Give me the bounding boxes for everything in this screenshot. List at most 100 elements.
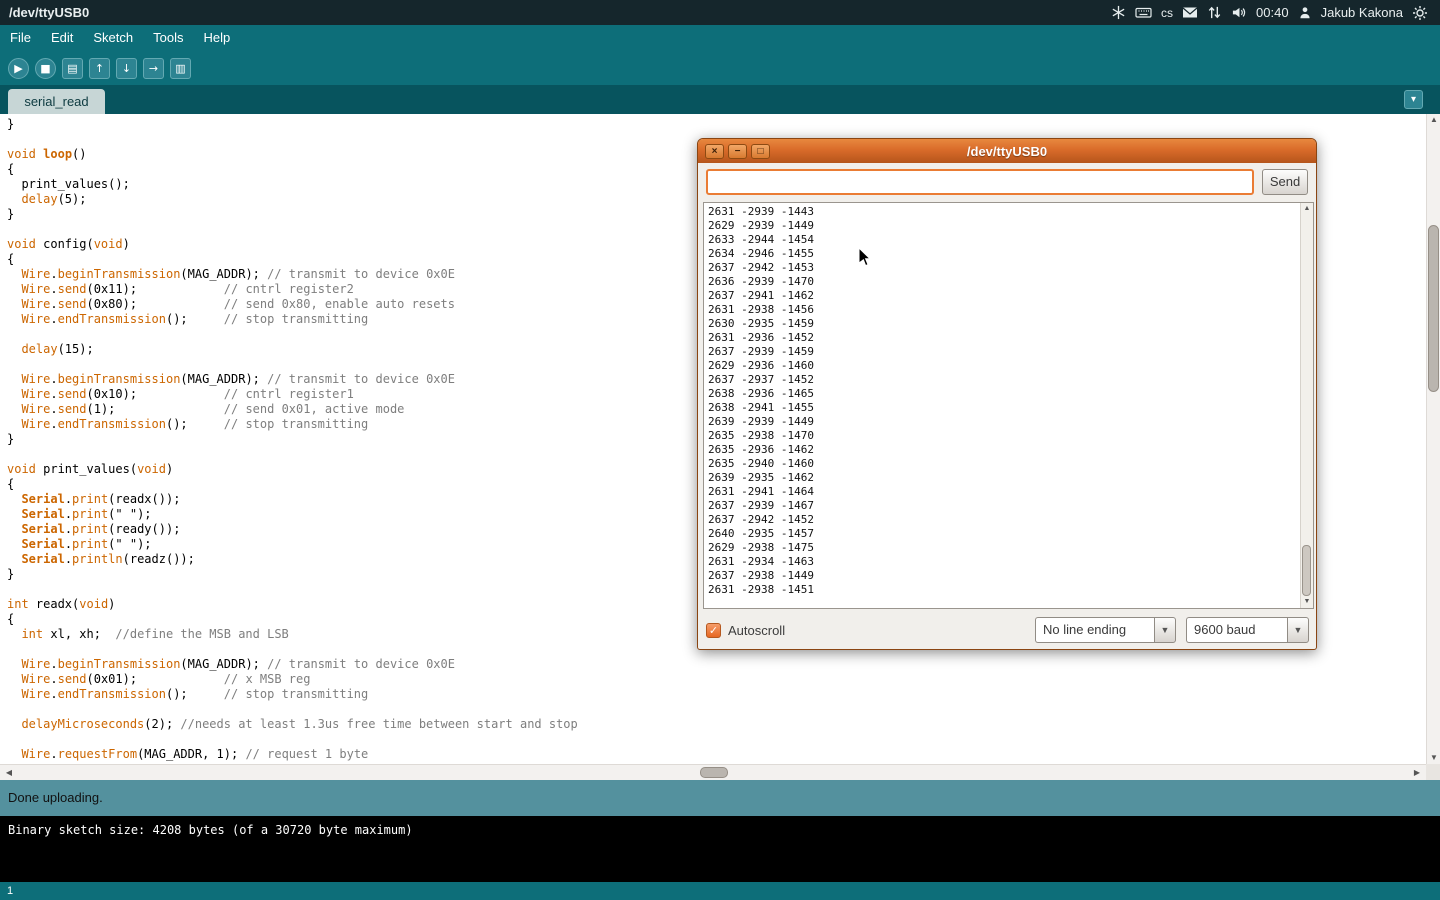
new-sketch-button[interactable]: ▤ — [62, 58, 83, 79]
autoscroll-label: Autoscroll — [728, 623, 785, 638]
vertical-scroll-thumb[interactable] — [1428, 225, 1439, 392]
scroll-right-arrow-icon[interactable]: ▶ — [1410, 765, 1424, 781]
chevron-down-icon[interactable]: ▼ — [1154, 617, 1176, 643]
serial-input-row: Send — [706, 169, 1308, 196]
serial-input[interactable] — [706, 169, 1254, 195]
serial-output-text[interactable]: 2631 -2939 -14432629 -2939 -14492633 -29… — [704, 203, 1300, 608]
serial-line: 2631 -2938 -1451 — [708, 583, 1296, 597]
serial-monitor-button[interactable]: ▥ — [170, 58, 191, 79]
tab-serial-read[interactable]: serial_read — [8, 89, 105, 114]
scroll-left-arrow-icon[interactable]: ◀ — [2, 765, 16, 781]
serial-line: 2637 -2942 -1452 — [708, 513, 1296, 527]
toolbar: ▶ ■ ▤ ↑ ↓ → ▥ — [0, 51, 1440, 85]
serial-controls-row: ✓ Autoscroll No line ending ▼ 9600 baud … — [706, 614, 1309, 646]
serial-line: 2639 -2935 -1462 — [708, 471, 1296, 485]
line-ending-value: No line ending — [1035, 617, 1154, 643]
serial-line: 2631 -2938 -1456 — [708, 303, 1296, 317]
tab-strip: serial_read ▾ — [0, 85, 1440, 114]
line-number-indicator: 1 — [0, 882, 1440, 900]
serial-line: 2629 -2939 -1449 — [708, 219, 1296, 233]
serial-output-area[interactable]: 2631 -2939 -14432629 -2939 -14492633 -29… — [703, 202, 1314, 609]
editor-vertical-scrollbar[interactable]: ▲ ▼ — [1426, 114, 1440, 764]
mouse-cursor — [858, 247, 871, 272]
serial-monitor-window: /dev/ttyUSB0 × − □ Send 2631 -2939 -1443… — [697, 138, 1317, 650]
keyboard-icon[interactable] — [1135, 5, 1152, 20]
horizontal-scroll-thumb[interactable] — [700, 767, 728, 778]
serial-line: 2638 -2936 -1465 — [708, 387, 1296, 401]
scroll-up-arrow-icon[interactable]: ▲ — [1427, 114, 1440, 126]
indicator-icon[interactable] — [1111, 5, 1126, 20]
menu-help[interactable]: Help — [193, 25, 240, 51]
serial-line: 2635 -2940 -1460 — [708, 457, 1296, 471]
serial-line: 2631 -2934 -1463 — [708, 555, 1296, 569]
upload-button[interactable]: → — [143, 58, 164, 79]
transfer-arrows-icon[interactable] — [1207, 5, 1222, 20]
code-line: Wire.beginTransmission(MAG_ADDR); // tra… — [7, 657, 1426, 672]
stop-button[interactable]: ■ — [35, 58, 56, 79]
line-ending-dropdown[interactable]: No line ending ▼ — [1035, 617, 1176, 643]
code-line: } — [7, 117, 1426, 132]
code-line: delayMicroseconds(2); //needs at least 1… — [7, 717, 1426, 732]
serial-line: 2634 -2946 -1455 — [708, 247, 1296, 261]
maximize-button[interactable]: □ — [751, 144, 770, 159]
serial-line: 2639 -2939 -1449 — [708, 415, 1296, 429]
username[interactable]: Jakub Kakona — [1321, 5, 1403, 20]
gear-icon[interactable] — [1412, 5, 1428, 21]
editor-horizontal-scrollbar[interactable]: ◀ ▶ — [0, 764, 1426, 780]
desktop-top-panel: /dev/ttyUSB0 cs 00:40 Jakub Kakona — [0, 0, 1440, 25]
code-line — [7, 732, 1426, 747]
mail-icon[interactable] — [1182, 6, 1198, 19]
serial-line: 2637 -2939 -1467 — [708, 499, 1296, 513]
serial-line: 2637 -2938 -1449 — [708, 569, 1296, 583]
serial-line: 2635 -2936 -1462 — [708, 443, 1296, 457]
menu-edit[interactable]: Edit — [41, 25, 83, 51]
verify-button[interactable]: ▶ — [8, 58, 29, 79]
baud-rate-value: 9600 baud — [1186, 617, 1287, 643]
send-button[interactable]: Send — [1262, 169, 1308, 195]
volume-icon[interactable] — [1231, 5, 1247, 20]
baud-rate-dropdown[interactable]: 9600 baud ▼ — [1186, 617, 1309, 643]
serial-line: 2637 -2939 -1459 — [708, 345, 1296, 359]
serial-line: 2630 -2935 -1459 — [708, 317, 1296, 331]
menu-sketch[interactable]: Sketch — [83, 25, 143, 51]
minimize-button[interactable]: − — [728, 144, 747, 159]
autoscroll-checkbox[interactable]: ✓ — [706, 623, 721, 638]
serial-output-scrollbar[interactable]: ▲ ▼ — [1300, 203, 1313, 608]
code-line: Wire.endTransmission(); // stop transmit… — [7, 687, 1426, 702]
serial-line: 2629 -2936 -1460 — [708, 359, 1296, 373]
menu-bar: FileEditSketchToolsHelp — [0, 25, 1440, 51]
code-line: Wire.send(0x01); // x MSB reg — [7, 672, 1426, 687]
menu-tools[interactable]: Tools — [143, 25, 193, 51]
open-button[interactable]: ↑ — [89, 58, 110, 79]
serial-line: 2636 -2939 -1470 — [708, 275, 1296, 289]
serial-window-titlebar[interactable]: /dev/ttyUSB0 × − □ — [698, 139, 1316, 163]
console-output: Binary sketch size: 4208 bytes (of a 307… — [0, 816, 1440, 882]
screen: /dev/ttyUSB0 cs 00:40 Jakub Kakona — [0, 0, 1440, 900]
system-tray: cs 00:40 Jakub Kakona — [1111, 5, 1440, 21]
code-line: Wire.requestFrom(MAG_ADDR, 1); // reques… — [7, 747, 1426, 762]
user-icon — [1298, 5, 1312, 20]
serial-window-title: /dev/ttyUSB0 — [698, 144, 1316, 159]
scroll-up-arrow-icon[interactable]: ▲ — [1301, 203, 1313, 215]
serial-line: 2631 -2939 -1443 — [708, 205, 1296, 219]
save-button[interactable]: ↓ — [116, 58, 137, 79]
serial-line: 2640 -2935 -1457 — [708, 527, 1296, 541]
close-button[interactable]: × — [705, 144, 724, 159]
serial-line: 2638 -2941 -1455 — [708, 401, 1296, 415]
clock[interactable]: 00:40 — [1256, 5, 1289, 20]
tab-menu-button[interactable]: ▾ — [1404, 90, 1423, 109]
serial-line: 2631 -2941 -1464 — [708, 485, 1296, 499]
chevron-down-icon[interactable]: ▼ — [1287, 617, 1309, 643]
scroll-down-arrow-icon[interactable]: ▼ — [1427, 752, 1440, 764]
window-controls: × − □ — [698, 144, 770, 159]
scroll-down-arrow-icon[interactable]: ▼ — [1301, 596, 1313, 608]
serial-line: 2631 -2936 -1452 — [708, 331, 1296, 345]
status-bar: Done uploading. — [0, 780, 1440, 816]
serial-line: 2637 -2937 -1452 — [708, 373, 1296, 387]
code-line — [7, 702, 1426, 717]
serial-scroll-thumb[interactable] — [1302, 545, 1311, 596]
menu-file[interactable]: File — [0, 25, 41, 51]
keyboard-layout-indicator[interactable]: cs — [1161, 6, 1173, 20]
serial-line: 2637 -2941 -1462 — [708, 289, 1296, 303]
serial-line: 2629 -2938 -1475 — [708, 541, 1296, 555]
